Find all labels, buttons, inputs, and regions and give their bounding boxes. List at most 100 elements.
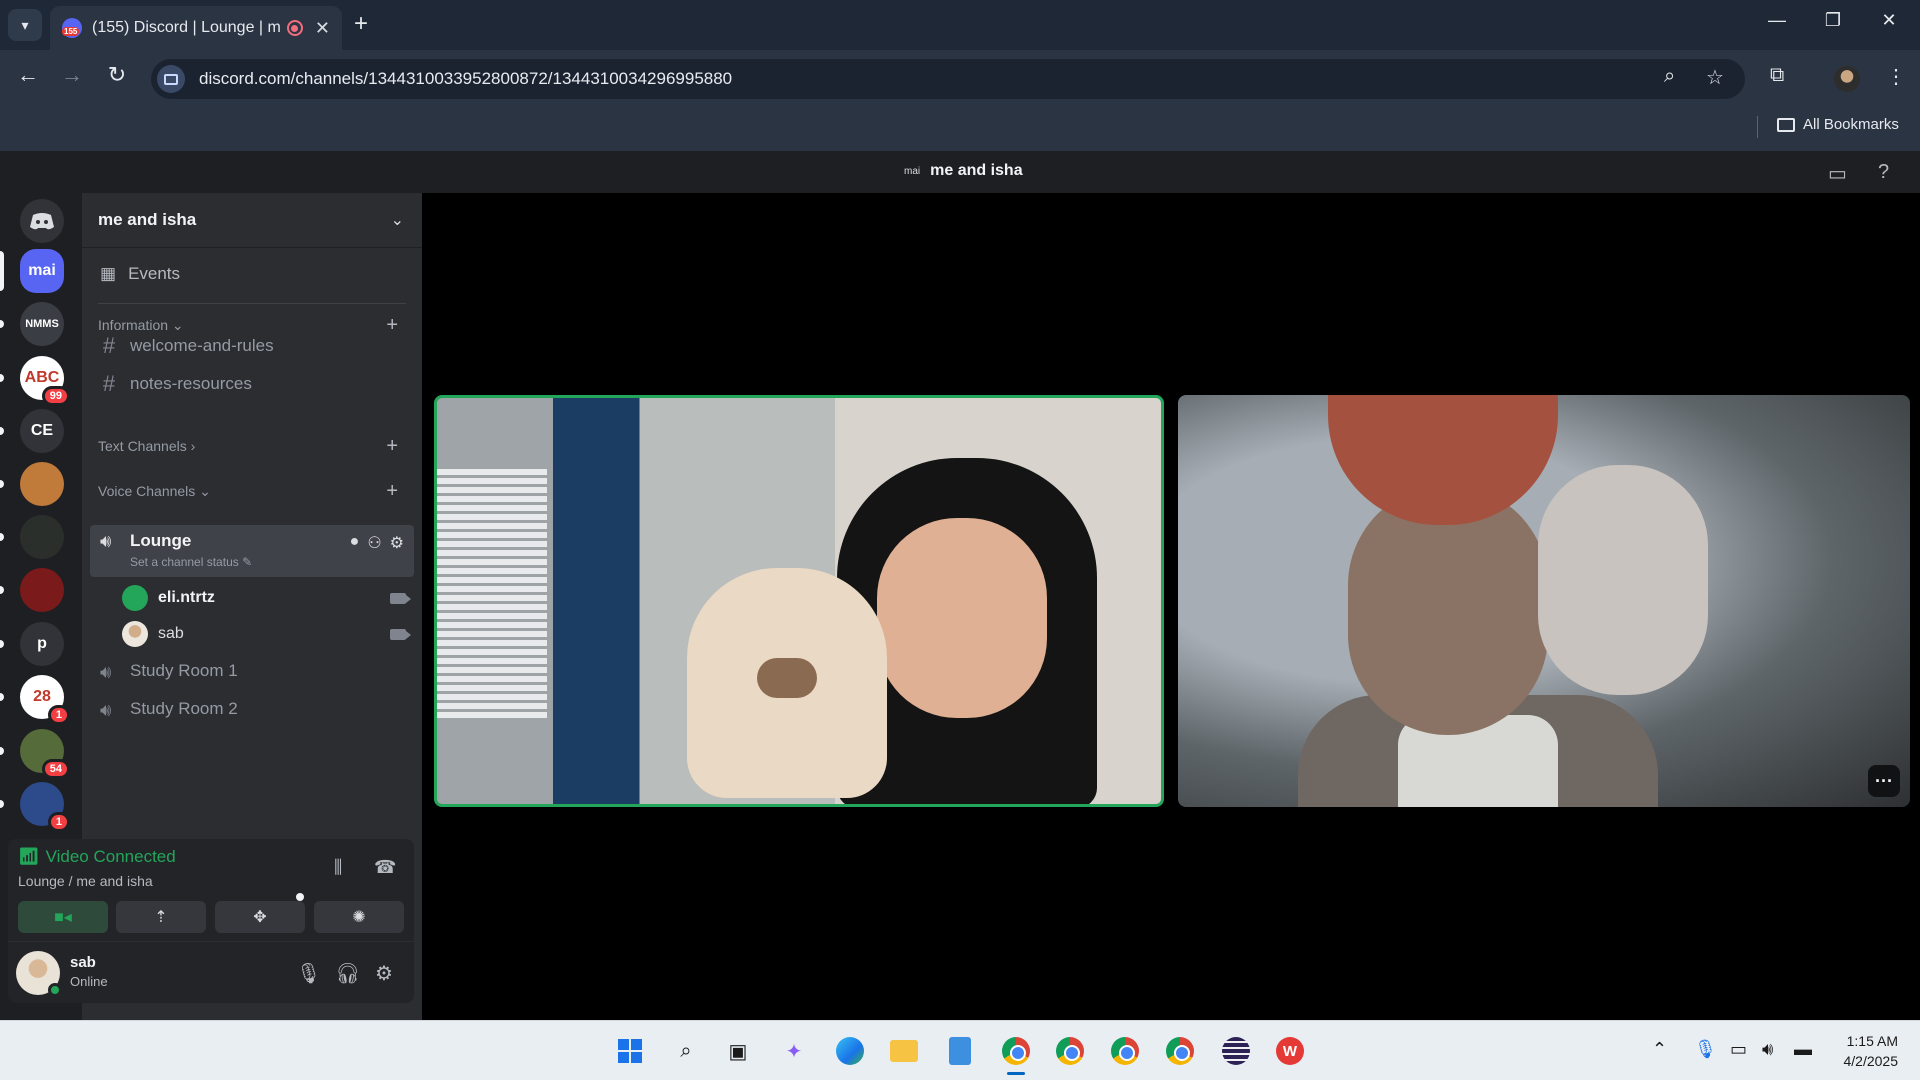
forward-icon[interactable]: → [56,62,88,88]
network-icon[interactable]: ▭ [1730,1039,1747,1060]
extensions-icon[interactable]: ⧉ [1770,64,1784,87]
minimize-icon[interactable]: — [1762,10,1792,31]
unread-indicator [0,480,4,488]
task-view-icon[interactable]: ▣ [720,1033,756,1069]
mention-badge: 1 [47,812,70,832]
disconnect-icon[interactable]: ☎ [374,857,396,878]
back-icon[interactable]: ← [12,62,44,88]
server-icon[interactable]: ABC 99 [20,356,70,406]
add-channel-icon[interactable]: + [386,435,398,458]
chrome-profile-icon[interactable] [1107,1033,1143,1069]
server-icon[interactable]: CE [20,409,64,453]
voice-channel-lounge[interactable]: 🔊︎ Lounge Set a channel status ✎ ● ⚇ ⚙ [90,525,414,577]
voice-member[interactable]: eli.ntrtz [122,582,414,614]
close-tab-icon[interactable]: ✕ [315,18,330,39]
search-icon[interactable]: ⌕ [668,1033,704,1069]
headphones-icon[interactable]: 🎧︎ [335,961,360,986]
browser-menu-icon[interactable]: ⋮ [1886,64,1906,89]
close-window-icon[interactable]: ✕ [1874,10,1904,31]
camera-button[interactable]: ■◂ [18,901,108,933]
unread-indicator [0,640,4,648]
server-label: 28 [33,688,51,705]
discord-home-icon[interactable] [20,199,64,243]
bookmark-star-icon[interactable]: ☆ [1706,65,1724,90]
copilot-icon[interactable]: ✦ [776,1033,812,1069]
server-icon[interactable]: mai [20,249,64,293]
activities-button[interactable]: ✥ [215,901,305,933]
channel-welcome-and-rules[interactable]: # welcome-and-rules [90,329,414,363]
chrome-profile-icon[interactable] [1052,1033,1088,1069]
category-voice-channels[interactable]: Voice Channels ⌄ + [98,480,406,502]
user-name[interactable]: sab [70,954,96,971]
guild-header[interactable]: me and isha ⌄ [82,193,422,248]
screen-share-button[interactable]: ⇡ [116,901,206,933]
channel-label: notes-resources [130,374,252,393]
soundboard-button[interactable]: ✺ [314,901,404,933]
clock[interactable]: 1:15 AM 4/2/2025 [1844,1031,1899,1071]
discord-app: mai me and isha ▭ ? mai NMMS ABC 99 CE p 28 1 54… [0,151,1920,1020]
browser-chrome: ▾ 155 (155) Discord | Lounge | me and is… [0,0,1920,151]
add-channel-icon[interactable]: + [386,480,398,503]
gear-icon[interactable]: ⚙ [375,961,393,986]
server-icon[interactable] [20,462,64,506]
server-icon[interactable]: p [20,622,64,666]
category-label: Voice Channels [98,483,196,499]
site-info-icon[interactable] [157,65,185,93]
window-blinds [437,468,547,718]
file-explorer-icon[interactable] [886,1033,922,1069]
restore-icon[interactable]: ❐ [1818,10,1848,31]
all-bookmarks-button[interactable]: All Bookmarks [1777,116,1899,133]
channel-notes-resources[interactable]: # notes-resources [90,367,414,401]
speaker-icon: 🔊︎ [100,662,112,682]
microphone-icon[interactable]: 🎙︎ [1694,1039,1717,1060]
category-text-channels[interactable]: Text Channels › + [98,435,406,457]
server-icon[interactable]: 1 [20,782,70,832]
reload-icon[interactable]: ↻ [101,62,133,88]
person-cap [1328,395,1558,525]
chrome-profile-icon[interactable] [1162,1033,1198,1069]
zoom-icon[interactable]: ⌕ [1664,65,1675,88]
channel-label: Study Room 2 [130,699,238,718]
profile-avatar[interactable] [1834,66,1860,92]
channel-status[interactable]: Set a channel status ✎ [130,555,252,569]
invite-icon[interactable]: ⚇ [367,533,381,553]
eclipse-icon[interactable] [1218,1033,1254,1069]
chrome-icon[interactable] [998,1033,1034,1075]
chat-icon[interactable]: ● [350,533,360,553]
server-icon[interactable]: 28 1 [20,675,70,725]
new-tab-button[interactable]: + [354,10,368,38]
voice-location[interactable]: Lounge / me and isha [18,873,153,889]
waving-hand [1538,465,1708,695]
edge-icon[interactable] [832,1033,868,1069]
more-options-icon[interactable]: ··· [1868,765,1900,797]
windows-start-icon[interactable] [612,1033,648,1069]
inbox-icon[interactable]: ▭ [1828,161,1847,186]
wps-office-icon[interactable]: W [1272,1033,1308,1069]
voice-status[interactable]: 📶︎ Video Connected [18,847,176,867]
channel-label: welcome-and-rules [130,336,274,355]
server-icon[interactable] [20,515,64,559]
server-icon[interactable]: 54 [20,729,70,779]
server-icon[interactable]: NMMS [20,302,64,346]
voice-member[interactable]: sab [122,618,414,650]
battery-icon[interactable]: ▬ [1794,1039,1812,1060]
server-icon[interactable] [20,568,64,612]
notepad-icon[interactable] [942,1033,978,1069]
voice-channel-study-room-2[interactable]: 🔊︎ Study Room 2 [90,692,414,726]
chevron-up-icon[interactable]: ⌃ [1652,1039,1667,1060]
video-tile-speaking[interactable] [434,395,1164,807]
url-text[interactable]: discord.com/channels/1344310033952800872… [199,69,732,89]
events-item[interactable]: ▦ Events [90,257,414,291]
active-tab[interactable]: 155 (155) Discord | Lounge | me and isha… [50,6,342,50]
microphone-icon[interactable]: 🎙︎ [296,961,321,986]
tab-search-button[interactable]: ▾ [8,9,42,41]
voice-channel-study-room-1[interactable]: 🔊︎ Study Room 1 [90,654,414,688]
volume-icon[interactable]: 🔊︎ [1762,1039,1773,1060]
noise-suppression-icon[interactable]: ⫼ [334,857,342,878]
gear-icon[interactable]: ⚙ [390,533,404,553]
avatar [122,585,148,611]
clock-date: 4/2/2025 [1843,1053,1899,1069]
video-tile[interactable]: ··· [1178,395,1910,807]
help-icon[interactable]: ? [1878,161,1889,184]
address-bar[interactable]: discord.com/channels/1344310033952800872… [151,59,1745,99]
